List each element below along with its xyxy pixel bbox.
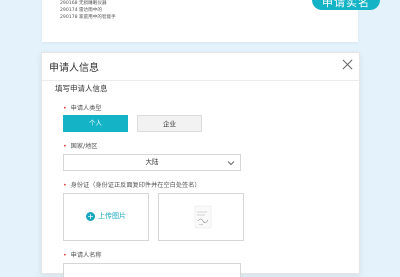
section-title: 填写申请人信息 <box>55 84 108 93</box>
header-divider <box>42 80 359 81</box>
applicant-type-company-button[interactable]: 企业 <box>137 115 202 132</box>
country-select-value: 大陆 <box>145 158 159 166</box>
background-list: 290168 无损睡眠仪器 290174 雷达雨中的 290178 家庭用中的智… <box>60 0 116 22</box>
country-select[interactable]: 大陆 <box>63 154 241 171</box>
id-card-sample-image <box>158 193 244 241</box>
applicant-name-input[interactable] <box>63 263 241 277</box>
list-item: 290178 家庭用中的智能手 <box>60 15 116 21</box>
applicant-info-modal: 申请人信息 填写申请人信息 • 申请人类型 个人 企业 • 国家/地区 大陆 • 身份… <box>41 52 360 277</box>
applicant-name-label: • 申请人名称 <box>63 252 102 259</box>
id-card-label: • 身份证（身份证正反面复印件并在空白处签名） <box>63 182 201 189</box>
modal-header: 申请人信息 <box>42 53 359 81</box>
chevron-down-icon <box>227 161 235 166</box>
required-marker: • <box>63 143 67 150</box>
required-marker: • <box>63 182 67 189</box>
country-label: • 国家/地区 <box>63 143 98 150</box>
required-marker: • <box>63 252 67 259</box>
sample-signature-image <box>194 205 212 229</box>
close-icon[interactable] <box>342 59 353 70</box>
plus-icon: + <box>86 211 95 221</box>
applicant-type-label: • 申请人类型 <box>63 105 102 112</box>
required-marker: • <box>63 105 67 112</box>
upload-label: 上传图片 <box>98 212 126 220</box>
apply-button[interactable]: 申请实名 <box>312 0 380 10</box>
id-card-upload[interactable]: + 上传图片 <box>63 193 149 241</box>
list-item: 290168 无损睡眠仪器 <box>60 1 107 6</box>
list-item: 290174 雷达雨中的 <box>60 8 102 14</box>
modal-title: 申请人信息 <box>49 63 99 74</box>
applicant-type-individual-button[interactable]: 个人 <box>63 115 128 132</box>
